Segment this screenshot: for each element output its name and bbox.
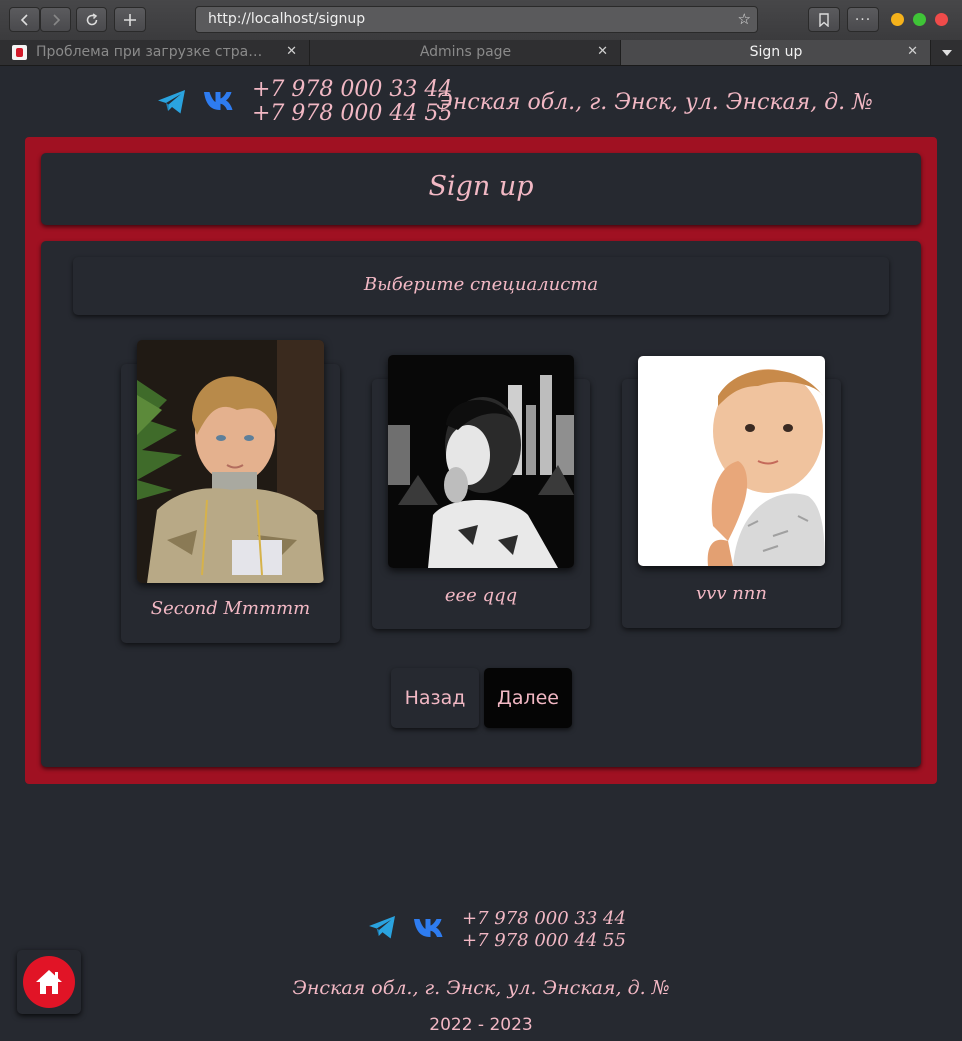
bookmark-star-icon[interactable]: ☆ (738, 7, 751, 32)
footer-years: 2022 - 2023 (429, 1015, 533, 1035)
choose-specialist-heading: Выберите специалиста (73, 257, 889, 315)
reload-icon (86, 12, 97, 25)
home-button[interactable] (17, 950, 81, 1014)
home-button-circle (23, 956, 75, 1008)
child-bw-photo[interactable] (388, 355, 574, 568)
tab-signup[interactable]: Sign up ✕ (621, 40, 931, 65)
forward-nav-button[interactable] (40, 7, 71, 32)
footer-phone-1[interactable]: +7 978 000 33 44 (462, 908, 626, 930)
header-address: Энская обл., г. Энск, ул. Энская, д. № (436, 90, 873, 115)
menu-button[interactable]: ··· (847, 7, 879, 32)
vk-icon[interactable] (414, 918, 446, 938)
tab-list-dropdown[interactable] (932, 40, 962, 65)
site-favicon-icon (12, 45, 27, 60)
tab-admins[interactable]: Admins page ✕ (310, 40, 621, 65)
bookmarks-button[interactable] (808, 7, 840, 32)
tab-close-icon[interactable]: ✕ (286, 40, 297, 64)
specialist-name: vvv nnn (695, 583, 767, 604)
new-tab-button[interactable] (114, 7, 146, 32)
tab-strip: Проблема при загрузке стра… ✕ Admins pag… (0, 40, 962, 65)
close-window-button[interactable] (935, 13, 948, 26)
baby-photo-image (638, 356, 825, 566)
tab-close-icon[interactable]: ✕ (597, 40, 608, 64)
minimize-button[interactable] (891, 13, 904, 26)
header-phone-1[interactable]: +7 978 000 33 44 (252, 78, 452, 102)
footer-phone-2[interactable]: +7 978 000 44 55 (462, 930, 626, 952)
boy-photo-image (137, 340, 324, 583)
specialist-name: eee qqq (444, 585, 518, 606)
more-icon: ··· (854, 11, 872, 28)
plus-icon (124, 13, 136, 26)
tab-title: Проблема при загрузке стра… (36, 44, 263, 60)
telegram-icon[interactable] (157, 89, 187, 115)
next-button-label: Далее (496, 687, 559, 709)
specialist-selection-card: Выберите специалиста Second Mmmmm eee qq… (41, 241, 921, 767)
tab-title: Sign up (749, 44, 803, 60)
browser-toolbar: http://localhost/signup ☆ ··· (0, 0, 962, 40)
chevron-right-icon (52, 13, 60, 26)
header-phones: +7 978 000 33 44 +7 978 000 44 55 (252, 78, 452, 126)
url-bar[interactable]: http://localhost/signup ☆ (195, 6, 758, 33)
url-text: http://localhost/signup (208, 11, 366, 27)
back-button-label: Назад (404, 687, 466, 709)
telegram-icon[interactable] (368, 915, 397, 940)
footer-address: Энская обл., г. Энск, ул. Энская, д. № (292, 977, 670, 999)
back-button[interactable]: Назад (391, 668, 479, 728)
reload-button[interactable] (76, 7, 107, 32)
footer-phones: +7 978 000 33 44 +7 978 000 44 55 (462, 908, 626, 952)
tab-problem[interactable]: Проблема при загрузке стра… ✕ (0, 40, 310, 65)
title-card: Sign up (41, 153, 921, 225)
baby-photo[interactable] (638, 356, 825, 566)
child-bw-photo-image (388, 355, 574, 568)
vk-icon[interactable] (204, 91, 236, 111)
tab-close-icon[interactable]: ✕ (907, 40, 918, 64)
back-nav-button[interactable] (9, 7, 40, 32)
specialist-name: Second Mmmmm (150, 598, 311, 619)
bookmark-icon (819, 12, 829, 27)
chevron-left-icon (20, 13, 28, 26)
signup-frame: Sign up Выберите специалиста Second Mmmm… (25, 137, 937, 784)
maximize-button[interactable] (913, 13, 926, 26)
next-button[interactable]: Далее (484, 668, 572, 728)
browser-chrome: http://localhost/signup ☆ ··· Проблема п… (0, 0, 962, 66)
tab-title: Admins page (419, 44, 512, 60)
home-icon (36, 970, 62, 994)
boy-photo[interactable] (137, 340, 324, 583)
header-phone-2[interactable]: +7 978 000 44 55 (252, 102, 452, 126)
page-title: Sign up (428, 171, 534, 202)
chevron-down-icon (942, 49, 952, 56)
